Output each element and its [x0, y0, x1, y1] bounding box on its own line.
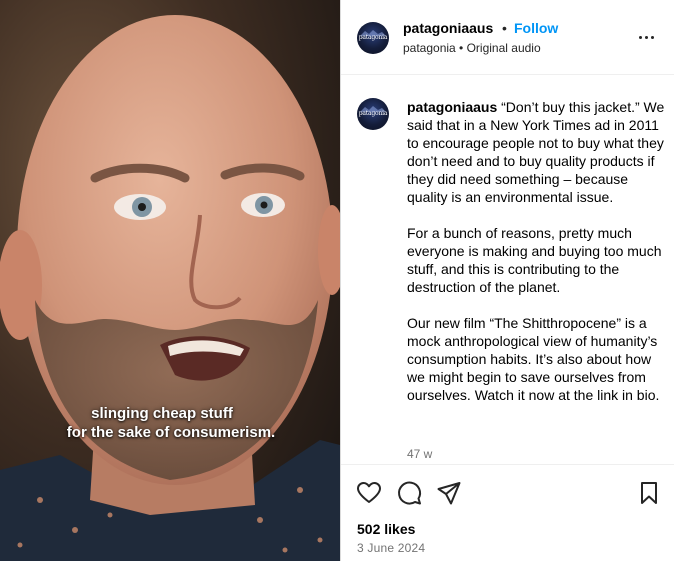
- caption-paragraph: patagoniaaus “Don’t buy this jacket.” We…: [407, 98, 665, 206]
- avatar-logo-text: patagonia: [358, 34, 388, 41]
- video-frame: [0, 0, 340, 561]
- heart-icon[interactable]: [355, 479, 383, 507]
- post-caption: patagoniaaus “Don’t buy this jacket.” We…: [407, 98, 665, 422]
- likes-count[interactable]: 502 likes: [357, 521, 415, 537]
- share-icon[interactable]: [435, 479, 463, 507]
- avatar-logo-text: patagonia: [358, 110, 388, 117]
- video-caption-line2: for the sake of consumerism.: [66, 424, 276, 441]
- header-subtitle[interactable]: patagonia • Original audio: [403, 41, 541, 55]
- post-sidebar: patagonia patagoniaaus • Follow patagoni…: [340, 0, 674, 561]
- caption-paragraph: Our new film “The Shitthropocene” is a m…: [407, 315, 660, 403]
- action-bar: 502 likes 3 June 2024: [341, 464, 674, 562]
- post-header: patagonia patagoniaaus • Follow patagoni…: [341, 0, 674, 75]
- comment-icon[interactable]: [395, 479, 423, 507]
- bookmark-icon[interactable]: [635, 479, 663, 507]
- caption-username[interactable]: patagoniaaus: [407, 99, 497, 115]
- more-options-icon[interactable]: [637, 29, 657, 45]
- header-separator: •: [502, 20, 507, 36]
- post-age: 47 w: [407, 447, 433, 461]
- follow-button[interactable]: Follow: [514, 20, 558, 36]
- caption-paragraph: For a bunch of reasons, pretty much ever…: [407, 225, 662, 295]
- video-player[interactable]: slinging cheap stuff for the sake of con…: [0, 0, 340, 561]
- caption-avatar[interactable]: patagonia: [357, 98, 389, 130]
- video-caption-line1: slinging cheap stuff: [91, 405, 233, 422]
- header-username[interactable]: patagoniaaus: [403, 20, 493, 36]
- post-window: slinging cheap stuff for the sake of con…: [0, 0, 674, 561]
- post-date: 3 June 2024: [357, 541, 426, 555]
- profile-avatar[interactable]: patagonia: [357, 22, 389, 54]
